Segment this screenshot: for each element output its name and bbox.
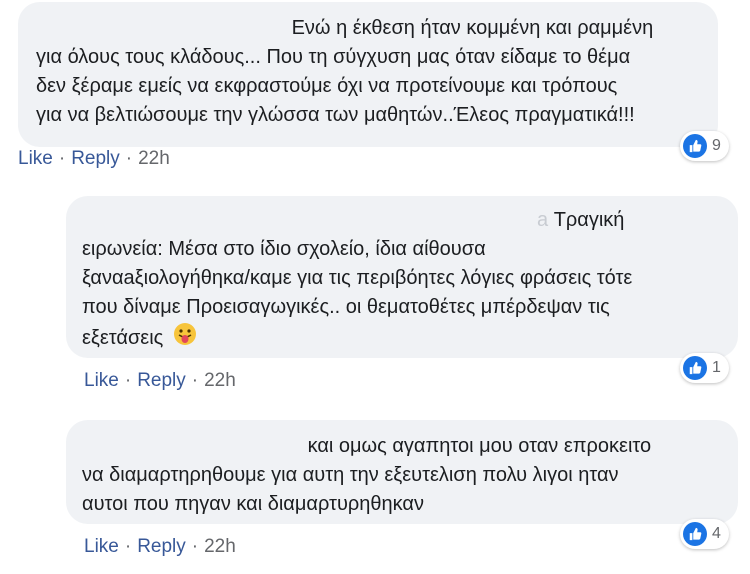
redacted-author-name (36, 17, 286, 40)
like-link[interactable]: Like (84, 536, 119, 557)
author-name-fragment[interactable]: a (537, 209, 548, 231)
redacted-author-name (82, 435, 302, 458)
comment-text-line: εξετάσεις (82, 326, 164, 349)
comment-text-line: ξαναaξιολογήθηκα/καμε για τις περιβόητες… (82, 267, 633, 289)
tongue-out-emoji (173, 322, 197, 355)
comment-bubble-3: και ομως αγαπητοι μου οταν επροκειτο να … (66, 420, 738, 524)
thumbs-up-icon (683, 356, 707, 380)
reply-link[interactable]: Reply (71, 148, 120, 169)
reaction-count: 9 (712, 137, 721, 154)
comment-text-line: που δίναμε Προεισαγωγικές.. οι θεματοθέτ… (82, 296, 610, 318)
timestamp[interactable]: 22h (204, 536, 236, 557)
reaction-count: 1 (712, 359, 721, 376)
like-link[interactable]: Like (18, 148, 53, 169)
comment-text-line: και ομως αγαπητοι μου οταν επροκειτο (307, 435, 652, 457)
reaction-count-badge[interactable]: 4 (680, 519, 729, 549)
comment-actions: Like · Reply · 22h (18, 148, 170, 169)
comment-text-line: να διαμαρτηρηθουμε για αυτη την εξευτελι… (82, 464, 619, 486)
comment-text-line: για να βελτιώσουμε την γλώσσα των μαθητώ… (36, 104, 635, 126)
reply-link[interactable]: Reply (137, 536, 186, 557)
comment-text-line: δεν ξέραμε εμείς να εκφραστούμε όχι να π… (36, 75, 618, 97)
timestamp[interactable]: 22h (204, 370, 236, 391)
thumbs-up-icon (683, 522, 707, 546)
comment-text-line: Ενώ η έκθεση ήταν κομμένη και ραμμένη (291, 17, 654, 39)
comment-actions: Like · Reply · 22h (84, 370, 236, 391)
reaction-count-badge[interactable]: 1 (680, 353, 729, 383)
comment-text-line: αυτοι που πηγαν και διαμαρτυρηθηκαν (82, 493, 424, 515)
reaction-count-badge[interactable]: 9 (680, 131, 729, 161)
comment-text-line: ειρωνεία: Μέσα στο ίδιο σχολείο, ίδια αί… (82, 238, 486, 260)
comment-bubble-1: Ενώ η έκθεση ήταν κομμένη και ραμμένη γι… (18, 2, 718, 147)
comment-text-line: Τραγική (553, 209, 625, 231)
timestamp[interactable]: 22h (138, 148, 170, 169)
redacted-author-name (87, 209, 537, 232)
thumbs-up-icon (683, 134, 707, 158)
reaction-count: 4 (712, 525, 721, 542)
comment-bubble-2: a Τραγική ειρωνεία: Μέσα στο ίδιο σχολεί… (66, 196, 738, 358)
like-link[interactable]: Like (84, 370, 119, 391)
reply-link[interactable]: Reply (137, 370, 186, 391)
comment-actions: Like · Reply · 22h (84, 536, 236, 557)
comment-text-line: για όλους τους κλάδους... Που τη σύγχυση… (36, 46, 631, 68)
